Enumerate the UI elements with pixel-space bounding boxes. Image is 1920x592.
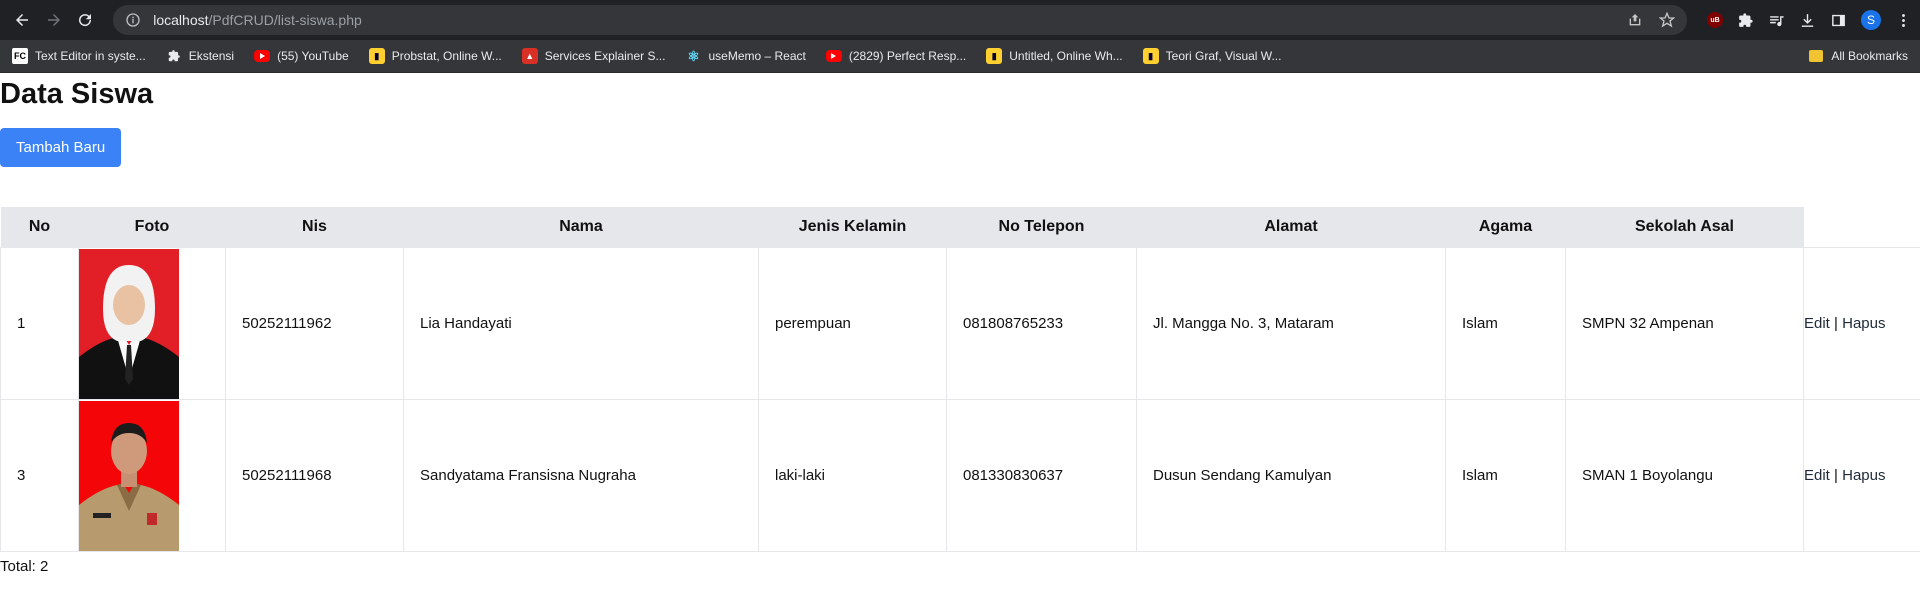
profile-avatar[interactable]: S (1861, 10, 1882, 30)
action-separator: | (1834, 315, 1838, 333)
col-header-foto: Foto (78, 206, 226, 248)
cell-nis: 50252111962 (225, 247, 404, 401)
col-header-no-telepon: No Telepon (946, 206, 1137, 248)
bookmark-item[interactable]: (55) YouTube (254, 49, 349, 63)
fc-icon: FC (12, 48, 28, 64)
url-path: /PdfCRUD/list-siswa.php (208, 12, 362, 28)
bookmark-item[interactable]: ▮ Untitled, Online Wh... (986, 48, 1123, 64)
cell-agama: Islam (1445, 399, 1566, 553)
cell-no-telepon: 081808765233 (946, 247, 1137, 401)
bookmark-item[interactable]: FC Text Editor in syste... (12, 48, 146, 64)
col-header-agama: Agama (1445, 206, 1566, 248)
cell-no-telepon: 081330830637 (946, 399, 1137, 553)
delete-link[interactable]: Hapus (1842, 315, 1885, 332)
react-icon: ⚛ (687, 47, 700, 64)
back-button[interactable] (8, 6, 36, 34)
edit-link[interactable]: Edit (1804, 315, 1830, 332)
cell-jenis-kelamin: laki-laki (758, 399, 947, 553)
student-photo (79, 248, 179, 399)
bookmark-item[interactable]: ▮ Probstat, Online W... (368, 48, 502, 64)
extensions-puzzle-icon[interactable] (1737, 12, 1754, 29)
col-header-no: No (0, 206, 79, 248)
cell-no: 1 (0, 247, 79, 401)
edit-link[interactable]: Edit (1804, 467, 1830, 484)
col-header-nama: Nama (403, 206, 759, 248)
side-panel-icon[interactable] (1830, 12, 1847, 29)
arrow-left-icon (15, 14, 28, 26)
student-photo (79, 400, 179, 551)
page-content: Data Siswa Tambah Baru No Foto Nis Nama … (0, 77, 1920, 575)
forward-button[interactable] (40, 6, 68, 34)
puzzle-icon (166, 48, 182, 64)
table-row: 1 50252111962 Lia Handayati perempuan 08… (0, 247, 1920, 401)
action-separator: | (1834, 467, 1838, 485)
youtube-icon (254, 50, 271, 62)
cell-sekolah-asal: SMAN 1 Boyolangu (1565, 399, 1804, 553)
total-count: Total: 2 (0, 558, 49, 576)
bookmarks-bar: FC Text Editor in syste... Ekstensi (55) … (0, 40, 1920, 73)
bookmark-label: Ekstensi (188, 49, 235, 63)
col-header-sekolah-asal: Sekolah Asal (1565, 206, 1804, 248)
browser-toolbar: localhost/PdfCRUD/list-siswa.php uB S (0, 0, 1920, 40)
all-bookmarks-button[interactable]: All Bookmarks (1809, 49, 1908, 63)
ublock-extension-icon[interactable]: uB (1707, 12, 1724, 28)
miro-icon: ▮ (368, 48, 385, 64)
bookmark-item[interactable]: ▮ Teori Graf, Visual W... (1142, 48, 1282, 64)
miro-icon: ▮ (1142, 48, 1159, 64)
all-bookmarks-label: All Bookmarks (1831, 49, 1908, 63)
bookmark-label: (2829) Perfect Resp... (848, 49, 967, 63)
download-icon[interactable] (1799, 12, 1816, 29)
miro-icon: ▮ (986, 48, 1003, 64)
bookmark-label: Probstat, Online W... (391, 49, 502, 63)
url-host: localhost (153, 12, 209, 28)
student-table: No Foto Nis Nama Jenis Kelamin No Telepo… (0, 206, 1920, 553)
folder-icon (1809, 50, 1824, 62)
share-icon[interactable] (1627, 12, 1643, 28)
cell-alamat: Dusun Sendang Kamulyan (1136, 399, 1446, 553)
info-icon[interactable] (125, 12, 141, 28)
table-header-row: No Foto Nis Nama Jenis Kelamin No Telepo… (0, 206, 1920, 248)
menu-dots-icon[interactable] (1895, 12, 1912, 29)
cell-actions: Edit | Hapus (1803, 247, 1920, 401)
col-header-alamat: Alamat (1136, 206, 1446, 248)
table-row: 3 50252111968 Sandyatama Fransisna Nugra… (0, 399, 1920, 553)
reload-button[interactable] (72, 6, 100, 34)
bookmark-item[interactable]: Ekstensi (166, 48, 234, 64)
cell-sekolah-asal: SMPN 32 Ampenan (1565, 247, 1804, 401)
cell-nama: Lia Handayati (403, 247, 759, 401)
add-new-button[interactable]: Tambah Baru (0, 127, 122, 167)
col-header-nis: Nis (225, 206, 404, 248)
service-icon: ▲ (521, 48, 538, 64)
reload-icon (79, 14, 92, 27)
cell-no: 3 (0, 399, 79, 553)
delete-link[interactable]: Hapus (1842, 467, 1885, 484)
bookmark-label: useMemo – React (708, 49, 806, 63)
cell-nis: 50252111968 (225, 399, 404, 553)
page-title: Data Siswa (0, 78, 154, 110)
col-header-actions (1803, 206, 1920, 248)
bookmark-item[interactable]: ⚛ useMemo – React (685, 47, 806, 64)
cell-foto (78, 399, 226, 553)
bookmark-label: Text Editor in syste... (35, 49, 146, 63)
cell-alamat: Jl. Mangga No. 3, Mataram (1136, 247, 1446, 401)
cell-actions: Edit | Hapus (1803, 399, 1920, 553)
address-bar[interactable]: localhost/PdfCRUD/list-siswa.php (113, 5, 1688, 35)
bookmark-label: Teori Graf, Visual W... (1165, 49, 1282, 63)
col-header-jenis-kelamin: Jenis Kelamin (758, 206, 947, 248)
arrow-right-icon (47, 14, 60, 26)
youtube-icon (825, 50, 842, 62)
cell-agama: Islam (1445, 247, 1566, 401)
bookmark-label: Untitled, Online Wh... (1009, 49, 1123, 63)
bookmark-label: (55) YouTube (277, 49, 349, 63)
cell-nama: Sandyatama Fransisna Nugraha (403, 399, 759, 553)
cell-jenis-kelamin: perempuan (758, 247, 947, 401)
cell-foto (78, 247, 226, 401)
bookmark-item[interactable]: (2829) Perfect Resp... (825, 49, 967, 63)
star-icon[interactable] (1659, 12, 1676, 28)
media-control-icon[interactable] (1768, 12, 1785, 29)
bookmark-label: Services Explainer S... (544, 49, 666, 63)
bookmark-item[interactable]: ▲ Services Explainer S... (521, 48, 666, 64)
